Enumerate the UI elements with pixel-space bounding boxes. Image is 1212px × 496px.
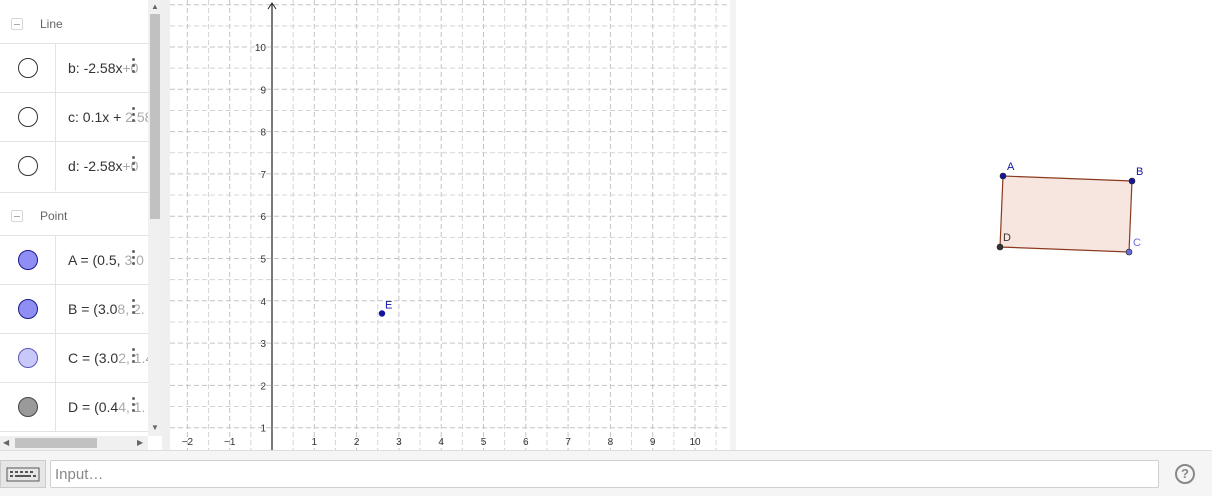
y-tick-label: 10 [255, 43, 267, 54]
polygon-canvas[interactable]: A B C D [736, 0, 1212, 450]
algebra-view: Line b: -2.58x+0 c: 0.1x + 2.58 d: -2.58… [0, 0, 148, 450]
point-d[interactable] [996, 243, 1004, 251]
algebra-expression[interactable]: c: 0.1x + 2.58 [68, 109, 148, 125]
group-header-point[interactable]: Point [0, 192, 148, 239]
input-field[interactable] [50, 460, 1159, 488]
algebra-expression[interactable]: B = (3.08, 2. [68, 301, 148, 317]
x-tick-label: 3 [396, 437, 402, 448]
algebra-item-d[interactable]: d: -2.58x+0 [0, 141, 148, 191]
point-d-label: D [1003, 232, 1011, 244]
y-tick-label: 7 [260, 170, 266, 181]
visibility-toggle-icon[interactable] [18, 348, 38, 368]
help-icon[interactable]: ? [1175, 464, 1195, 484]
visibility-toggle-icon[interactable] [18, 107, 38, 127]
more-options-icon[interactable] [130, 156, 136, 174]
vertical-scrollbar[interactable]: ▲ ▼ [148, 0, 162, 436]
scrollbar-thumb[interactable] [15, 438, 97, 448]
input-bar: ? [0, 450, 1212, 496]
visibility-toggle-icon[interactable] [18, 299, 38, 319]
algebra-expression[interactable]: D = (0.44, 1. [68, 399, 148, 415]
y-tick-label: 9 [260, 85, 266, 96]
scroll-right-icon[interactable]: ▶ [137, 439, 143, 447]
x-tick-label: 1 [312, 437, 318, 448]
algebra-item-b[interactable]: b: -2.58x+0 [0, 43, 148, 93]
group-label: Line [40, 17, 63, 31]
grid-lines [170, 0, 730, 450]
x-tick-label: 4 [438, 437, 444, 448]
y-tick-label: 6 [260, 212, 266, 223]
collapse-icon[interactable] [11, 210, 23, 222]
point-b-label: B [1136, 166, 1143, 178]
x-tick-label: 7 [565, 437, 571, 448]
y-tick-label: 1 [260, 424, 266, 435]
y-tick-label: 2 [260, 381, 266, 392]
scrollbar-thumb[interactable] [150, 14, 160, 219]
point-b[interactable] [1128, 177, 1136, 185]
point-a[interactable] [999, 172, 1007, 180]
point-a-label: A [1007, 161, 1015, 173]
y-tick-label: 3 [260, 339, 266, 350]
visibility-toggle-icon[interactable] [18, 250, 38, 270]
x-tick-label: −1 [224, 437, 236, 448]
group-label: Point [40, 209, 68, 223]
more-options-icon[interactable] [130, 348, 136, 366]
point-e-label: E [385, 299, 392, 311]
horizontal-scrollbar[interactable]: ◀ ▶ [0, 436, 148, 450]
point-c[interactable] [1125, 248, 1133, 256]
y-tick-label: 4 [260, 297, 266, 308]
algebra-item-B[interactable]: B = (3.08, 2. [0, 284, 148, 334]
y-tick-label: 8 [260, 128, 266, 139]
group-header-line[interactable]: Line [0, 1, 148, 47]
algebra-expression[interactable]: C = (3.02, 1.4 [68, 350, 148, 366]
scroll-down-icon[interactable]: ▼ [151, 424, 159, 432]
view-divider[interactable] [162, 0, 170, 450]
algebra-item-c[interactable]: c: 0.1x + 2.58 [0, 92, 148, 142]
algebra-expression[interactable]: A = (0.5, 3.0 [68, 252, 148, 268]
point-c-label: C [1133, 237, 1141, 249]
more-options-icon[interactable] [130, 107, 136, 125]
more-options-icon[interactable] [130, 397, 136, 415]
x-tick-label: 6 [523, 437, 529, 448]
more-options-icon[interactable] [130, 299, 136, 317]
x-tick-label: 8 [608, 437, 614, 448]
x-tick-label: 10 [689, 437, 701, 448]
scroll-left-icon[interactable]: ◀ [3, 439, 9, 447]
coordinate-grid[interactable]: −2 −1 1 2 3 4 5 6 7 8 9 10 1 2 3 4 5 6 7 8 9 10 E [170, 0, 730, 450]
x-tick-label: 9 [650, 437, 656, 448]
visibility-toggle-icon[interactable] [18, 58, 38, 78]
x-tick-label: 2 [354, 437, 360, 448]
polygon-abcd[interactable] [999, 175, 1133, 253]
x-tick-label: 5 [481, 437, 487, 448]
graphics-view-2[interactable]: A B C D [736, 0, 1212, 450]
y-tick-label: 5 [260, 255, 266, 266]
scroll-up-icon[interactable]: ▲ [151, 3, 159, 11]
algebra-item-A[interactable]: A = (0.5, 3.0 [0, 235, 148, 285]
more-options-icon[interactable] [130, 58, 136, 76]
graphics-view[interactable]: −2 −1 1 2 3 4 5 6 7 8 9 10 1 2 3 4 5 6 7 8 9 10 E [170, 0, 730, 450]
x-tick-label: −2 [182, 437, 194, 448]
algebra-item-D[interactable]: D = (0.44, 1. [0, 382, 148, 432]
more-options-icon[interactable] [130, 250, 136, 268]
keyboard-button[interactable] [0, 460, 46, 488]
algebra-expression[interactable]: d: -2.58x+0 [68, 158, 148, 174]
collapse-icon[interactable] [11, 18, 23, 30]
visibility-toggle-icon[interactable] [18, 397, 38, 417]
algebra-item-C[interactable]: C = (3.02, 1.4 [0, 333, 148, 383]
visibility-toggle-icon[interactable] [18, 156, 38, 176]
algebra-expression[interactable]: b: -2.58x+0 [68, 60, 148, 76]
keyboard-icon [6, 467, 40, 482]
